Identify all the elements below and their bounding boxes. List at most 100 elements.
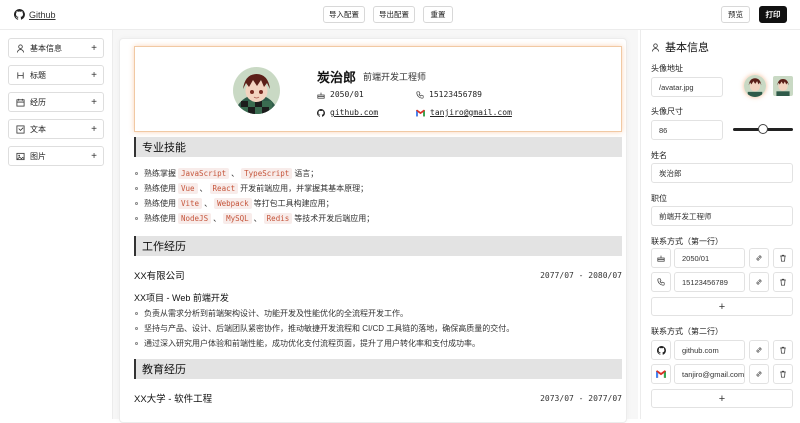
import-config-button[interactable]: 导入配置 — [323, 6, 365, 23]
delete-button[interactable] — [773, 364, 793, 384]
github-icon — [317, 108, 325, 117]
delete-button[interactable] — [773, 272, 793, 292]
icon-picker-button[interactable] — [651, 364, 671, 384]
sidebar-item-label: 标题 — [30, 70, 46, 80]
user-icon — [651, 42, 660, 52]
cake-icon — [657, 255, 665, 262]
print-button[interactable]: 打印 — [759, 6, 787, 23]
sidebar-item-heading[interactable]: 标题 + — [8, 65, 104, 85]
role-label: 职位 — [651, 194, 667, 203]
github-icon — [14, 9, 25, 20]
add-contact-row2-button[interactable]: + — [651, 389, 793, 408]
calendar-icon — [15, 97, 25, 107]
link-icon — [756, 279, 762, 285]
avatar — [233, 67, 280, 114]
bullet-icon — [135, 217, 138, 220]
skill-item: 熟练使用 Vue 、 React 开发前端应用，并掌握其基本原理； — [135, 183, 368, 194]
education-date: 2073/07 - 2077/07 — [540, 393, 622, 403]
plus-icon[interactable]: + — [91, 124, 97, 135]
phone-icon — [416, 90, 424, 99]
contact-github[interactable]: github.com — [317, 108, 378, 117]
contact-value-input[interactable]: 15123456789 — [674, 272, 745, 292]
user-icon — [15, 43, 25, 53]
top-bar: Github 导入配置 导出配置 重置 预览 打印 — [0, 0, 800, 30]
avatar-preview-square[interactable] — [773, 76, 793, 96]
work-bullet: 坚持与产品、设计、后端团队紧密协作，推动敏捷开发流程和 CI/CD 工具链的落地… — [135, 323, 514, 334]
link-button[interactable] — [749, 272, 769, 292]
work-bullet: 负责从需求分析到前端架构设计、功能开发及性能优化的全流程开发工作。 — [135, 308, 408, 319]
contact-email[interactable]: tanjiro@gmail.com — [416, 108, 512, 117]
name-input[interactable]: 炭治郎 — [651, 163, 793, 183]
contact-text: github.com — [330, 108, 379, 117]
plus-icon[interactable]: + — [91, 70, 97, 81]
contact-row1-label: 联系方式（第一行） — [651, 237, 723, 246]
bullet-icon — [135, 312, 138, 315]
text-icon — [15, 124, 25, 134]
add-contact-row1-button[interactable]: + — [651, 297, 793, 316]
image-icon — [15, 151, 25, 161]
icon-picker-button[interactable] — [651, 272, 671, 292]
contact-value-input[interactable]: tanjiro@gmail.com — [674, 364, 745, 384]
avatar-url-label: 头像地址 — [651, 64, 683, 73]
section-heading-education[interactable]: 教育经历 — [134, 359, 622, 379]
sidebar-item-label: 经历 — [30, 97, 46, 107]
section-heading-work[interactable]: 工作经历 — [134, 236, 622, 256]
sidebar-item-basic-info[interactable]: 基本信息 + — [8, 38, 104, 58]
plus-icon[interactable]: + — [91, 151, 97, 162]
education-entry-header: XX大学 - 软件工程 2073/07 - 2077/07 — [134, 391, 622, 406]
icon-picker-button[interactable] — [651, 340, 671, 360]
avatar-size-label: 头像尺寸 — [651, 107, 683, 116]
gmail-icon — [656, 370, 666, 378]
github-link[interactable]: Github — [14, 9, 56, 20]
phone-icon — [657, 278, 665, 286]
panel-title: 基本信息 — [651, 39, 709, 55]
link-icon — [756, 371, 762, 377]
slider-handle[interactable] — [758, 124, 768, 134]
resume-role: 前端开发工程师 — [363, 72, 427, 82]
reset-button[interactable]: 重置 — [423, 6, 453, 23]
skill-item: 熟练掌握 JavaScript 、 TypeScript 语言； — [135, 168, 318, 179]
export-config-button[interactable]: 导出配置 — [373, 6, 415, 23]
delete-button[interactable] — [773, 248, 793, 268]
section-heading-skills[interactable]: 专业技能 — [134, 137, 622, 157]
sidebar-item-label: 基本信息 — [30, 43, 62, 53]
link-button[interactable] — [749, 364, 769, 384]
resume-name: 炭治郎 — [317, 70, 357, 85]
plus-icon[interactable]: + — [91, 43, 97, 54]
avatar-preview-round[interactable] — [744, 75, 766, 97]
resume-header-card[interactable]: 炭治郎 前端开发工程师 2050/01 15123456789 github.c… — [134, 46, 622, 132]
sidebar-item-image[interactable]: 图片 + — [8, 146, 104, 166]
trash-icon — [780, 370, 786, 378]
avatar-size-input[interactable]: 86 — [651, 120, 723, 140]
link-button[interactable] — [749, 340, 769, 360]
link-icon — [756, 255, 762, 261]
school-name: XX大学 - 软件工程 — [134, 394, 213, 405]
module-sidebar: 基本信息 + 标题 + 经历 + 文本 + 图片 + — [8, 38, 104, 173]
role-input[interactable]: 前端开发工程师 — [651, 206, 793, 226]
cake-icon — [317, 92, 325, 99]
sidebar-item-text[interactable]: 文本 + — [8, 119, 104, 139]
project-title: XX项目 - Web 前端开发 — [134, 293, 229, 303]
preview-button[interactable]: 预览 — [721, 6, 750, 23]
icon-picker-button[interactable] — [651, 248, 671, 268]
bullet-icon — [135, 187, 138, 190]
avatar-size-slider[interactable] — [733, 124, 793, 134]
name-label: 姓名 — [651, 151, 667, 160]
contact-value-input[interactable]: github.com — [674, 340, 745, 360]
delete-button[interactable] — [773, 340, 793, 360]
work-date: 2077/07 - 2080/07 — [540, 270, 622, 280]
avatar-url-input[interactable]: /avatar.jpg — [651, 77, 723, 97]
work-bullet: 通过深入研究用户体验和前端性能，成功优化支付流程页面，提升了用户转化率和支付成功… — [135, 338, 480, 349]
contact-text: 15123456789 — [429, 90, 482, 99]
sidebar-item-experience[interactable]: 经历 + — [8, 92, 104, 112]
contact-row2-label: 联系方式（第二行） — [651, 327, 723, 336]
link-button[interactable] — [749, 248, 769, 268]
company-name: XX有限公司 — [134, 271, 185, 282]
github-label: Github — [29, 9, 56, 20]
link-icon — [756, 347, 762, 353]
contact-value-input[interactable]: 2050/01 — [674, 248, 745, 268]
sidebar-item-label: 文本 — [30, 124, 46, 134]
bullet-icon — [135, 202, 138, 205]
plus-icon[interactable]: + — [91, 97, 97, 108]
work-entry-header: XX有限公司 2077/07 - 2080/07 — [134, 268, 622, 283]
